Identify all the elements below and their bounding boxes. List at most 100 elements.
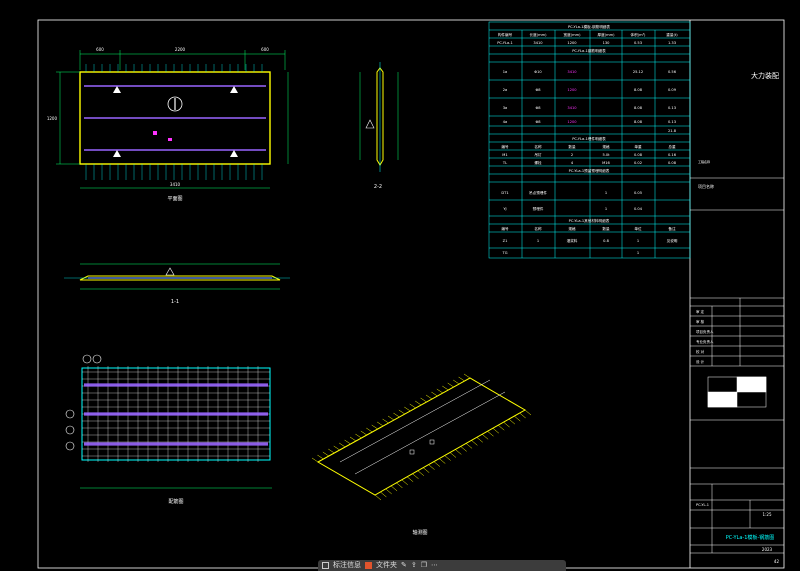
plan-dim-left: 1200 bbox=[47, 116, 58, 121]
table1-c5: 1.33 bbox=[668, 41, 676, 45]
table5-r1c4: 1 bbox=[637, 251, 639, 255]
tb-row-5: 设 计 bbox=[696, 359, 705, 364]
table2-r1c3: 8.08 bbox=[634, 88, 643, 92]
iso-title: 轴测图 bbox=[412, 529, 427, 536]
table3-r1c2: 4 bbox=[571, 161, 574, 165]
rebar-title: 配筋图 bbox=[168, 498, 183, 505]
plan-dim-3: 600 bbox=[261, 47, 269, 52]
section-2-2: 2-2 bbox=[359, 62, 399, 190]
table5-r0c4: 1 bbox=[637, 239, 639, 243]
tb-row-3: 专业负责人 bbox=[696, 339, 714, 344]
table2-r2c2: 3410 bbox=[567, 106, 577, 110]
table3-h1: 名称 bbox=[534, 144, 542, 149]
table5-h2: 规格 bbox=[568, 226, 576, 231]
table3-r0c5: 0.16 bbox=[668, 153, 677, 157]
bottom-toolbar: 标注信息 文件夹 ✎ ⇪ ❐ ⋯ bbox=[318, 560, 566, 571]
table3-r1c0: TL bbox=[502, 161, 507, 165]
table2-title: PC-YLa-1钢筋明细表 bbox=[572, 48, 606, 53]
table4-r1c2: 1 bbox=[605, 207, 607, 211]
title-block bbox=[690, 177, 784, 554]
plan-dim-1: 600 bbox=[96, 47, 104, 52]
table2-r2c0: 3a bbox=[503, 106, 508, 110]
table5-title: PC-YLa-1其他材料明细表 bbox=[569, 218, 610, 223]
toolbar-label-1[interactable]: 标注信息 bbox=[333, 560, 361, 571]
table4-r1c1: 预埋件 bbox=[533, 206, 544, 211]
table4-r0c1: 吊点预埋件 bbox=[529, 190, 547, 195]
table1-c4: 0.53 bbox=[634, 41, 642, 45]
table2-r3c3: 8.08 bbox=[634, 120, 643, 124]
table1-h1: 长度(mm) bbox=[530, 32, 548, 37]
plan-title: 平面图 bbox=[167, 196, 182, 202]
table2-total: 21.8 bbox=[668, 129, 677, 133]
section-2-2-title: 2-2 bbox=[374, 184, 382, 190]
table2-r1c4: 0.09 bbox=[668, 88, 677, 92]
tb-sheet-label: PC-YLa-1模板-钢筋图 bbox=[726, 534, 774, 541]
table1-c0: PC-YLa-1 bbox=[497, 41, 513, 45]
table1-h3: 厚度(mm) bbox=[598, 32, 616, 37]
table4-r1c0: YJ bbox=[503, 207, 506, 211]
company-name: 大力装配 bbox=[751, 71, 779, 80]
page-number: 42 bbox=[774, 559, 780, 564]
plan-view: 600 2200 600 1200 3410 平面图 bbox=[47, 47, 289, 202]
tb-row-4: 校 对 bbox=[696, 349, 705, 354]
copy-icon[interactable]: ❐ bbox=[421, 560, 427, 571]
table1-h2: 宽度(mm) bbox=[564, 32, 582, 37]
table5-r0c5: 见说明 bbox=[667, 238, 678, 243]
section-1-1: 1-1 bbox=[64, 263, 290, 305]
table3-r1c3: M16 bbox=[602, 161, 610, 165]
rebar-view: 配筋图 bbox=[65, 354, 272, 505]
table3-r0c1: 吊钉 bbox=[534, 152, 542, 157]
table4-r0c3: 0.05 bbox=[634, 191, 642, 195]
table5-h1: 名称 bbox=[534, 226, 542, 231]
table3-h4: 单重 bbox=[634, 144, 642, 149]
table2-r3c1: Φ8 bbox=[535, 120, 541, 124]
share-icon[interactable]: ⇪ bbox=[411, 560, 417, 571]
edit-icon[interactable]: ✎ bbox=[401, 560, 407, 571]
table3-r0c3: 5.0t bbox=[602, 153, 610, 157]
plan-dim-total: 3410 bbox=[170, 182, 181, 187]
table1-c1: 3410 bbox=[533, 41, 543, 45]
toolbar-label-2[interactable]: 文件夹 bbox=[376, 560, 397, 571]
table4-title: PC-YLa-1预留预埋明细表 bbox=[569, 168, 610, 173]
folder-icon[interactable] bbox=[365, 562, 372, 569]
table3-h3: 规格 bbox=[602, 144, 610, 149]
project-field-label: 工程名称 bbox=[698, 159, 710, 164]
table3-r0c2: 2 bbox=[571, 153, 573, 157]
table5-r0c1: 1 bbox=[537, 239, 539, 243]
table5-r0c2: 灌浆料 bbox=[567, 238, 578, 243]
table3-r1c1: 螺栓 bbox=[534, 160, 542, 165]
table2-r2c1: Φ8 bbox=[535, 106, 541, 110]
tb-row-0: 审 定 bbox=[696, 309, 705, 314]
table3-r0c0: M1 bbox=[502, 153, 507, 157]
table2-r3c0: 4a bbox=[503, 120, 508, 124]
table4-r0c0: DT1 bbox=[501, 191, 508, 195]
table2-r0c3: 25.12 bbox=[633, 70, 643, 74]
more-icon[interactable]: ⋯ bbox=[431, 560, 438, 571]
table3-title: PC-YLa-1埋件明细表 bbox=[572, 136, 606, 141]
isometric-view: 轴测图 bbox=[311, 373, 532, 536]
table2-r2c3: 8.08 bbox=[634, 106, 643, 110]
title-block-text: 大力装配 项目名称 工程名称 审 定 审 核 项目负责人 专业负责人 校 对 设… bbox=[696, 71, 779, 564]
annotation-icon[interactable] bbox=[322, 562, 329, 569]
table3-r0c4: 0.08 bbox=[634, 153, 643, 157]
tb-dwg-no: PC-YL-1 bbox=[696, 503, 709, 507]
table2-r0c4: 0.56 bbox=[668, 70, 677, 74]
table2-r1c2: 1200 bbox=[567, 88, 577, 92]
cad-drawing-canvas[interactable]: 600 2200 600 1200 3410 平面图 2-2 1-1 配筋图 轴… bbox=[0, 0, 800, 571]
table5-h4: 单位 bbox=[634, 226, 642, 231]
table5-r0c0: Z1 bbox=[503, 239, 508, 243]
table1-h5: 重量(t) bbox=[666, 32, 678, 37]
table2-r0c0: 1a bbox=[503, 70, 508, 74]
table2-r0c2: 3410 bbox=[567, 70, 577, 74]
table2-r3c4: 0.13 bbox=[668, 120, 676, 124]
table1-h0: 构件编号 bbox=[498, 32, 513, 37]
tb-year: 2023 bbox=[762, 547, 773, 552]
table1-c3: 130 bbox=[603, 41, 611, 45]
table3-h2: 数量 bbox=[568, 144, 576, 149]
table2-r3c2: 1200 bbox=[567, 120, 577, 124]
table3-r1c4: 0.02 bbox=[634, 161, 642, 165]
section-1-1-title: 1-1 bbox=[171, 299, 179, 305]
table3-h0: 编号 bbox=[501, 144, 509, 149]
tb-scale: 1:25 bbox=[763, 512, 772, 517]
project-name-label: 项目名称 bbox=[698, 183, 714, 189]
